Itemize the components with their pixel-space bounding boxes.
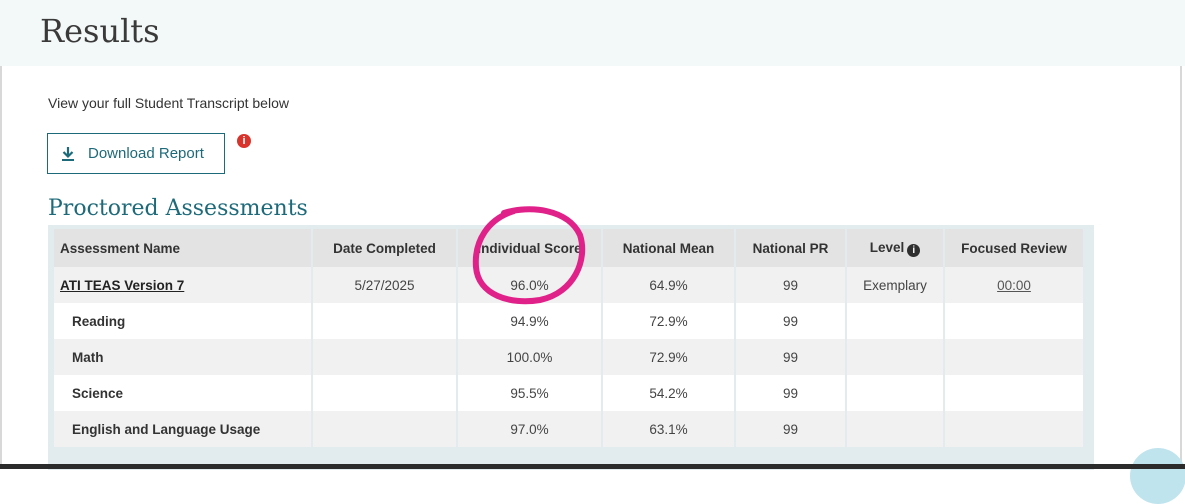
chat-help-icon[interactable] [1130, 448, 1185, 504]
mean-cell: 72.9% [603, 339, 734, 375]
table-row: Math 100.0% 72.9% 99 [54, 339, 1083, 375]
pr-cell: 99 [736, 339, 845, 375]
level-cell: Exemplary [847, 267, 943, 303]
subject-name-cell: Science [54, 375, 311, 411]
pr-cell: 99 [736, 267, 845, 303]
col-header-national-mean: National Mean [603, 229, 734, 267]
col-header-national-pr: National PR [736, 229, 845, 267]
col-header-focused-review: Focused Review [945, 229, 1083, 267]
table-row: English and Language Usage 97.0% 63.1% 9… [54, 411, 1083, 447]
level-header-label: Level [869, 239, 905, 255]
level-cell [847, 375, 943, 411]
level-cell [847, 303, 943, 339]
date-cell: 5/27/2025 [313, 267, 456, 303]
pr-cell: 99 [736, 375, 845, 411]
review-cell [945, 339, 1083, 375]
frame-border-left [0, 66, 2, 469]
level-cell [847, 339, 943, 375]
focused-review-link[interactable]: 00:00 [997, 278, 1031, 293]
download-icon [62, 146, 74, 161]
mean-cell: 64.9% [603, 267, 734, 303]
review-cell: 00:00 [945, 267, 1083, 303]
score-cell: 100.0% [458, 339, 601, 375]
table-header-row: Assessment Name Date Completed Individua… [54, 229, 1083, 267]
bottom-edge-bar [0, 464, 1185, 469]
date-cell [313, 375, 456, 411]
review-cell [945, 303, 1083, 339]
page-title: Results [40, 12, 160, 50]
score-cell: 96.0% [458, 267, 601, 303]
review-cell [945, 411, 1083, 447]
assessment-name-cell: ATI TEAS Version 7 [54, 267, 311, 303]
frame-border-right [1180, 66, 1182, 469]
subject-name-cell: English and Language Usage [54, 411, 311, 447]
pr-cell: 99 [736, 303, 845, 339]
date-cell [313, 411, 456, 447]
page-header [0, 0, 1185, 66]
subject-name-cell: Reading [54, 303, 311, 339]
assessment-link[interactable]: ATI TEAS Version 7 [60, 278, 184, 293]
pr-cell: 99 [736, 411, 845, 447]
col-header-assessment-name: Assessment Name [54, 229, 311, 267]
info-icon[interactable]: i [907, 243, 921, 257]
col-header-individual-score: Individual Score [458, 229, 601, 267]
col-header-level: Level i [847, 229, 943, 267]
table-row: Reading 94.9% 72.9% 99 [54, 303, 1083, 339]
score-cell: 94.9% [458, 303, 601, 339]
mean-cell: 54.2% [603, 375, 734, 411]
table-row: ATI TEAS Version 7 5/27/2025 96.0% 64.9%… [54, 267, 1083, 303]
alert-info-icon[interactable]: i [237, 134, 251, 148]
download-report-button[interactable]: Download Report [47, 133, 225, 174]
intro-text: View your full Student Transcript below [48, 95, 289, 111]
table-row: Science 95.5% 54.2% 99 [54, 375, 1083, 411]
col-header-date-completed: Date Completed [313, 229, 456, 267]
score-cell: 95.5% [458, 375, 601, 411]
results-table: Assessment Name Date Completed Individua… [52, 229, 1085, 447]
section-title: Proctored Assessments [48, 196, 308, 221]
level-cell [847, 411, 943, 447]
mean-cell: 63.1% [603, 411, 734, 447]
mean-cell: 72.9% [603, 303, 734, 339]
date-cell [313, 303, 456, 339]
results-table-container: Assessment Name Date Completed Individua… [48, 225, 1094, 470]
review-cell [945, 375, 1083, 411]
date-cell [313, 339, 456, 375]
download-report-label: Download Report [88, 145, 204, 162]
subject-name-cell: Math [54, 339, 311, 375]
score-cell: 97.0% [458, 411, 601, 447]
